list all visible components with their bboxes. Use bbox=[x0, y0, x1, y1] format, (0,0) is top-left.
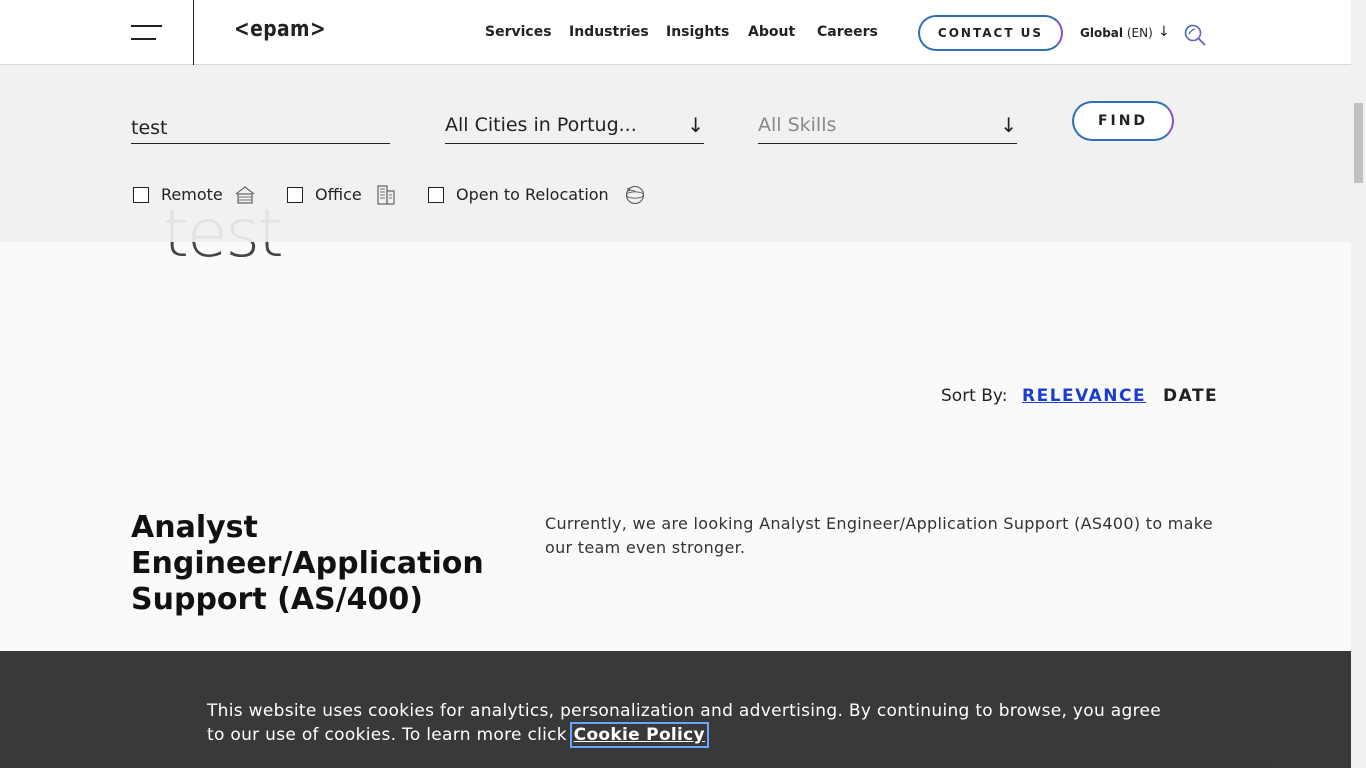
epam-logo[interactable]: <epam> bbox=[234, 17, 326, 42]
city-dropdown-value: All Cities in Portug... bbox=[445, 114, 637, 136]
checkbox[interactable] bbox=[428, 187, 444, 203]
skills-dropdown-value: All Skills bbox=[758, 114, 837, 136]
city-dropdown[interactable]: All Cities in Portug... ↓ bbox=[445, 109, 704, 144]
checkbox[interactable] bbox=[287, 187, 303, 203]
job-search-panel: All Cities in Portug... ↓ All Skills ↓ F… bbox=[0, 65, 1351, 242]
sort-by-label: Sort By: bbox=[941, 386, 1008, 406]
nav-insights[interactable]: Insights bbox=[666, 24, 729, 40]
cookie-policy-link[interactable]: Cookie Policy bbox=[569, 722, 709, 748]
region-selector[interactable]: Global (EN) bbox=[1080, 26, 1153, 40]
sort-date-link[interactable]: DATE bbox=[1163, 386, 1218, 406]
house-icon bbox=[235, 186, 255, 204]
arrow-down-icon: ↓ bbox=[1000, 113, 1017, 137]
search-icon[interactable] bbox=[1183, 23, 1207, 47]
office-filter-checkbox[interactable]: Office bbox=[287, 184, 402, 206]
remote-filter-label: Remote bbox=[161, 185, 223, 204]
language-label: (EN) bbox=[1126, 26, 1153, 40]
arrow-down-icon[interactable]: ↓ bbox=[1158, 24, 1170, 40]
site-header: <epam> Services Industries Insights Abou… bbox=[0, 0, 1351, 65]
keyword-search-input[interactable] bbox=[131, 112, 390, 144]
cookie-banner-text: This website uses cookies for analytics,… bbox=[207, 699, 1167, 748]
contact-us-button[interactable]: CONTACT US bbox=[918, 15, 1063, 51]
find-button[interactable]: FIND bbox=[1072, 101, 1174, 141]
nav-industries[interactable]: Industries bbox=[569, 24, 649, 40]
page-scrollbar[interactable] bbox=[1351, 0, 1366, 768]
remote-filter-checkbox[interactable]: Remote bbox=[133, 184, 263, 206]
office-building-icon bbox=[377, 185, 395, 205]
nav-services[interactable]: Services bbox=[485, 24, 552, 40]
nav-careers[interactable]: Careers bbox=[817, 24, 878, 40]
header-divider bbox=[193, 0, 194, 65]
relocation-filter-label: Open to Relocation bbox=[456, 185, 609, 204]
job-description: Currently, we are looking Analyst Engine… bbox=[545, 514, 1213, 557]
region-label: Global bbox=[1080, 26, 1124, 40]
hamburger-menu-icon[interactable] bbox=[131, 25, 162, 41]
nav-about[interactable]: About bbox=[748, 24, 795, 40]
skills-dropdown[interactable]: All Skills ↓ bbox=[758, 109, 1017, 144]
job-title[interactable]: Analyst Engineer/Application Support (AS… bbox=[131, 510, 491, 618]
checkbox[interactable] bbox=[133, 187, 149, 203]
relocation-filter-checkbox[interactable]: Open to Relocation bbox=[428, 184, 650, 206]
office-filter-label: Office bbox=[315, 185, 362, 204]
globe-icon bbox=[625, 185, 645, 205]
cookie-banner: This website uses cookies for analytics,… bbox=[0, 651, 1351, 768]
scrollbar-thumb[interactable] bbox=[1354, 103, 1363, 183]
arrow-down-icon: ↓ bbox=[687, 113, 704, 137]
sort-relevance-link[interactable]: RELEVANCE bbox=[1022, 386, 1146, 406]
